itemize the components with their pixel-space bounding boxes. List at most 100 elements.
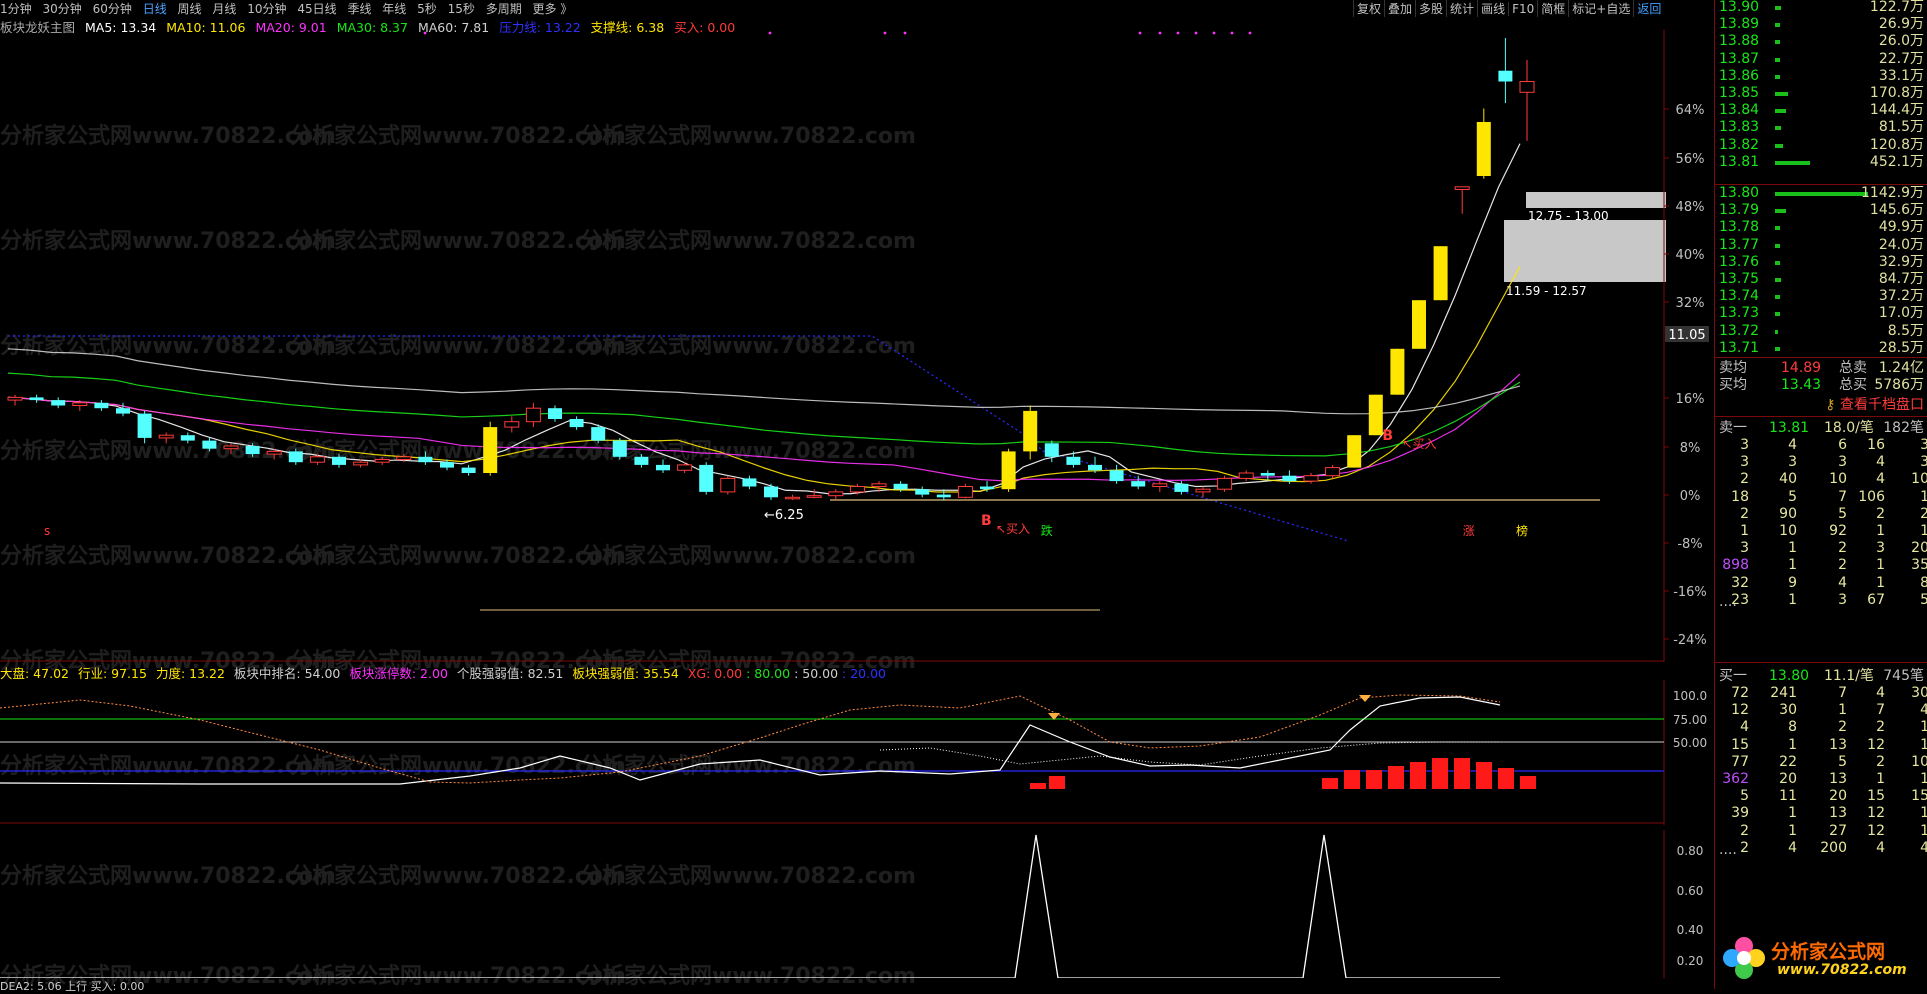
sell-average-price: 14.89 bbox=[1781, 360, 1822, 376]
ladder-volume-bar bbox=[1775, 160, 1811, 165]
candle-body bbox=[591, 427, 606, 441]
period-1min[interactable]: 1分钟 bbox=[0, 0, 32, 17]
ladder-row[interactable]: 13.80 1142.9万 bbox=[1719, 185, 1924, 202]
queue-row: 1 10 92 1 1 bbox=[1717, 523, 1927, 540]
ladder-row[interactable]: 13.77 24.0万 bbox=[1719, 237, 1924, 254]
buy1-row: 买一 13.80 11.1/笔 745笔 bbox=[1719, 668, 1924, 684]
candle-body bbox=[1238, 472, 1254, 479]
ladder-volume-bar bbox=[1775, 126, 1782, 131]
candle-body bbox=[202, 440, 217, 449]
simple-frame-button[interactable]: 简框 bbox=[1537, 0, 1568, 17]
strength-indicator-chart[interactable]: 100.0 75.00 50.00 bbox=[0, 680, 1712, 825]
ladder-price: 13.82 bbox=[1719, 136, 1760, 153]
overlay-button[interactable]: 叠加 bbox=[1384, 0, 1415, 17]
buy-marker-b: B bbox=[981, 513, 992, 529]
sub1-axis-label: 50.00 bbox=[1673, 736, 1707, 750]
period-45day[interactable]: 45日线 bbox=[297, 0, 336, 17]
f10-button[interactable]: F10 bbox=[1508, 2, 1537, 16]
ladder-row[interactable]: 13.89 26.9万 bbox=[1719, 16, 1924, 33]
ladder-volume: 170.8万 bbox=[1869, 85, 1924, 101]
queue-cell: 11 bbox=[1779, 788, 1797, 805]
ladder-row[interactable]: 13.76 32.9万 bbox=[1719, 254, 1924, 271]
xg-value: XG: 0.00 bbox=[687, 666, 743, 681]
queue-cell: 9 bbox=[1788, 574, 1797, 591]
period-daily[interactable]: 日线 bbox=[143, 0, 167, 17]
period-weekly[interactable]: 周线 bbox=[178, 0, 202, 17]
period-season[interactable]: 季线 bbox=[347, 0, 371, 17]
draw-button[interactable]: 画线 bbox=[1477, 0, 1508, 17]
signal-bar bbox=[1049, 776, 1065, 789]
ma60-line bbox=[7, 348, 1521, 415]
ladder-row[interactable]: 13.82 120.8万 bbox=[1719, 137, 1924, 154]
ladder-volume-bar bbox=[1775, 57, 1780, 62]
period-5s[interactable]: 5秒 bbox=[417, 0, 437, 17]
ladder-row[interactable]: 13.87 22.7万 bbox=[1719, 51, 1924, 68]
multi-stock-button[interactable]: 多股 bbox=[1415, 0, 1446, 17]
queue-cell: 3 bbox=[1838, 454, 1847, 471]
brand-name: 分析家公式网 bbox=[1771, 941, 1886, 963]
candle-body bbox=[1109, 470, 1124, 482]
ladder-row[interactable]: 13.75 84.7万 bbox=[1719, 271, 1924, 288]
candle-body bbox=[1454, 186, 1470, 191]
candle-body bbox=[1519, 81, 1535, 93]
signal-bar bbox=[1476, 762, 1492, 789]
ladder-row[interactable]: 13.74 37.2万 bbox=[1719, 288, 1924, 305]
industry-value: 行业: 97.15 bbox=[77, 666, 147, 681]
period-more[interactable]: 更多 》 bbox=[533, 0, 573, 17]
period-60min[interactable]: 60分钟 bbox=[93, 0, 132, 17]
chart-toolbar: 复权 叠加 多股 统计 画线 F10 简框 标记+自选 返回 bbox=[1353, 0, 1664, 17]
brand-logo: 分析家公式网 www.70822.com bbox=[1721, 935, 1926, 983]
ladder-volume-bar bbox=[1775, 23, 1780, 28]
view-full-depth-link[interactable]: ⚷ 查看千档盘口 bbox=[1719, 397, 1924, 414]
ladder-row[interactable]: 13.81 452.1万 bbox=[1719, 154, 1924, 171]
ladder-row[interactable]: 13.71 28.5万 bbox=[1719, 340, 1924, 357]
ladder-volume-bar bbox=[1775, 295, 1780, 300]
ladder-row[interactable]: 13.72 8.5万 bbox=[1719, 323, 1924, 340]
period-15s[interactable]: 15秒 bbox=[448, 0, 475, 17]
candle-body bbox=[1044, 443, 1059, 457]
candle-body bbox=[828, 491, 844, 497]
queue-cell: 1 bbox=[1920, 822, 1927, 839]
ladder-row[interactable]: 13.78 49.9万 bbox=[1719, 219, 1924, 236]
ladder-row[interactable]: 13.79 145.6万 bbox=[1719, 202, 1924, 219]
back-button[interactable]: 返回 bbox=[1633, 0, 1664, 17]
candle-body bbox=[1195, 488, 1211, 493]
ladder-row[interactable]: 13.83 81.5万 bbox=[1719, 119, 1924, 136]
ladder-volume-bar bbox=[1775, 312, 1780, 317]
queue-row: 18 5 7 106 1 bbox=[1717, 489, 1927, 506]
period-monthly[interactable]: 月线 bbox=[212, 0, 236, 17]
ladder-row[interactable]: 13.90 122.7万 bbox=[1719, 0, 1924, 16]
candlestick-chart[interactable]: 12.75 - 13.0011.59 - 12.57 15.09←6.25B↖买… bbox=[0, 30, 1712, 662]
queue-cell: 20 bbox=[1829, 788, 1847, 805]
ladder-volume-bar bbox=[1775, 260, 1780, 265]
queue-cell: 3 bbox=[1788, 454, 1797, 471]
mark-favorite-button[interactable]: 标记+自选 bbox=[1568, 0, 1633, 17]
signal-dot bbox=[768, 31, 772, 35]
flower-logo-icon bbox=[1723, 937, 1765, 979]
line20-value: : 20.00 bbox=[842, 666, 887, 681]
queue-cell: 5 bbox=[1740, 788, 1749, 805]
queue-cell: 4 bbox=[1876, 685, 1885, 701]
candle-body bbox=[440, 462, 454, 468]
signal-indicator-chart[interactable]: 0.80 0.60 0.40 0.20 bbox=[0, 830, 1712, 978]
period-10min[interactable]: 10分钟 bbox=[247, 0, 286, 17]
signal-dot bbox=[1230, 31, 1234, 35]
stats-button[interactable]: 统计 bbox=[1446, 0, 1477, 17]
period-year[interactable]: 年线 bbox=[382, 0, 406, 17]
queue-row: 15 1 13 12 1 bbox=[1717, 737, 1927, 754]
ladder-volume: 32.9万 bbox=[1878, 253, 1924, 270]
signal-bar bbox=[1366, 770, 1382, 789]
period-multi[interactable]: 多周期 bbox=[486, 0, 522, 17]
queue-cell: 35 bbox=[1911, 557, 1927, 574]
period-30min[interactable]: 30分钟 bbox=[42, 0, 81, 17]
candle-body bbox=[957, 486, 973, 498]
ladder-row[interactable]: 13.86 33.1万 bbox=[1719, 68, 1924, 85]
ladder-row[interactable]: 13.88 26.0万 bbox=[1719, 33, 1924, 50]
ladder-row[interactable]: 13.85 170.8万 bbox=[1719, 85, 1924, 102]
restore-rights-button[interactable]: 复权 bbox=[1353, 0, 1384, 17]
ladder-row[interactable]: 13.73 17.0万 bbox=[1719, 305, 1924, 322]
sell-average-row: 卖均 14.89 总卖 1.24亿 bbox=[1719, 360, 1924, 376]
sector-rank-value: 板块中排名: 54.00 bbox=[233, 666, 341, 681]
ladder-row[interactable]: 13.84 144.4万 bbox=[1719, 102, 1924, 119]
force-value: 力度: 13.22 bbox=[155, 666, 225, 681]
